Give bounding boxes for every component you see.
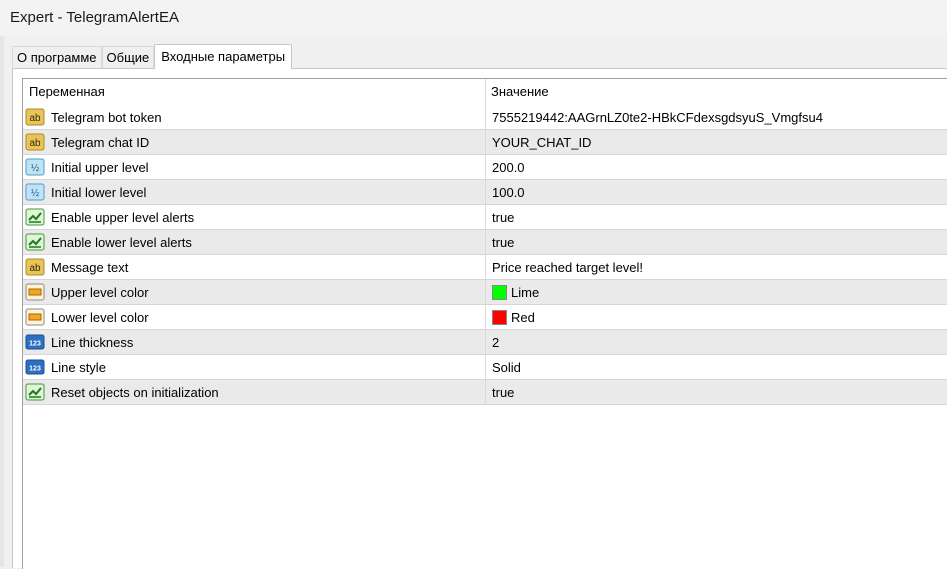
parameters-grid: Переменная Значение ab Telegram bot token… <box>22 78 947 569</box>
parameter-value-cell[interactable]: 2 <box>486 330 947 354</box>
string-icon: ab <box>25 258 45 276</box>
parameter-value-cell[interactable]: true <box>486 380 947 404</box>
table-row[interactable]: ½ Initial upper level 200.0 <box>23 155 947 180</box>
tab-inputs[interactable]: Входные параметры <box>154 44 293 69</box>
table-row[interactable]: Lower level color Red <box>23 305 947 330</box>
row-name-cell: 123 Line style <box>23 355 486 379</box>
svg-text:123: 123 <box>29 341 41 348</box>
parameter-name: Lower level color <box>51 309 149 325</box>
parameter-name: Line thickness <box>51 334 134 350</box>
parameter-name: Message text <box>51 259 129 275</box>
svg-text:ab: ab <box>29 138 41 149</box>
double-icon: ½ <box>25 158 45 176</box>
string-icon: ab <box>25 133 45 151</box>
parameter-value: 2 <box>492 334 500 350</box>
parameter-name: Telegram bot token <box>51 109 162 125</box>
row-name-cell: Reset objects on initialization <box>23 380 486 404</box>
table-row[interactable]: 123 Line style Solid <box>23 355 947 380</box>
parameter-name: Reset objects on initialization <box>51 384 219 400</box>
table-row[interactable]: Reset objects on initialization true <box>23 380 947 405</box>
svg-text:ab: ab <box>29 263 41 274</box>
parameter-value: Price reached target level! <box>492 259 644 275</box>
bool-icon <box>25 233 45 251</box>
parameter-value: 100.0 <box>492 184 525 200</box>
grid-rows: ab Telegram bot token 7555219442:AAGrnLZ0t… <box>23 105 947 405</box>
row-name-cell: ½ Initial lower level <box>23 180 486 204</box>
parameter-value-cell[interactable]: Red <box>486 305 947 329</box>
row-name-cell: Upper level color <box>23 280 486 304</box>
parameter-value-cell[interactable]: 100.0 <box>486 180 947 204</box>
title-bar: Expert - TelegramAlertEA <box>0 0 947 36</box>
tab-about[interactable]: О программе <box>12 46 102 68</box>
parameter-value-cell[interactable]: true <box>486 230 947 254</box>
parameter-value: YOUR_CHAT_ID <box>492 134 592 150</box>
row-name-cell: Enable upper level alerts <box>23 205 486 229</box>
bool-icon <box>25 208 45 226</box>
parameter-value: Solid <box>492 359 521 375</box>
parameter-value-cell[interactable]: 7555219442:AAGrnLZ0te2-HBkCFdexsgdsyuS_V… <box>486 105 947 129</box>
table-row[interactable]: ab Telegram chat ID YOUR_CHAT_ID <box>23 130 947 155</box>
int-icon: 123 <box>25 358 45 376</box>
row-name-cell: ab Telegram bot token <box>23 105 486 129</box>
parameter-name: Line style <box>51 359 106 375</box>
table-row[interactable]: ab Message text Price reached target level… <box>23 255 947 280</box>
row-name-cell: 123 Line thickness <box>23 330 486 354</box>
parameter-value: true <box>492 209 515 225</box>
parameter-name: Initial upper level <box>51 159 149 175</box>
string-icon: ab <box>25 108 45 126</box>
svg-text:½: ½ <box>31 188 40 199</box>
double-icon: ½ <box>25 183 45 201</box>
svg-text:123: 123 <box>29 366 41 373</box>
table-row[interactable]: ab Telegram bot token 7555219442:AAGrnLZ0t… <box>23 105 947 130</box>
parameter-value: true <box>492 234 515 250</box>
parameter-value: true <box>492 384 515 400</box>
svg-text:ab: ab <box>29 113 41 124</box>
table-row[interactable]: Enable upper level alerts true <box>23 205 947 230</box>
int-icon: 123 <box>25 333 45 351</box>
row-name-cell: Enable lower level alerts <box>23 230 486 254</box>
color-icon <box>25 308 45 326</box>
parameter-value-cell[interactable]: Solid <box>486 355 947 379</box>
header-variable[interactable]: Переменная <box>23 79 486 105</box>
row-name-cell: ½ Initial upper level <box>23 155 486 179</box>
grid-header: Переменная Значение <box>23 79 947 105</box>
left-edge <box>0 36 4 567</box>
parameter-value-cell[interactable]: YOUR_CHAT_ID <box>486 130 947 154</box>
svg-text:½: ½ <box>31 163 40 174</box>
table-row[interactable]: 123 Line thickness 2 <box>23 330 947 355</box>
tab-panel: Переменная Значение ab Telegram bot token… <box>12 68 947 569</box>
color-swatch <box>492 284 507 300</box>
table-row[interactable]: Enable lower level alerts true <box>23 230 947 255</box>
table-row[interactable]: ½ Initial lower level 100.0 <box>23 180 947 205</box>
parameter-value: Lime <box>511 284 540 300</box>
parameter-value-cell[interactable]: Lime <box>486 280 947 304</box>
color-icon <box>25 283 45 301</box>
row-name-cell: ab Telegram chat ID <box>23 130 486 154</box>
parameter-name: Initial lower level <box>51 184 147 200</box>
row-name-cell: Lower level color <box>23 305 486 329</box>
parameter-value: Red <box>511 309 535 325</box>
parameter-name: Telegram chat ID <box>51 134 150 150</box>
parameter-value: 7555219442:AAGrnLZ0te2-HBkCFdexsgdsyuS_V… <box>492 109 823 125</box>
bool-icon <box>25 383 45 401</box>
parameter-name: Enable lower level alerts <box>51 234 192 250</box>
parameter-name: Enable upper level alerts <box>51 209 195 225</box>
parameter-value: 200.0 <box>492 159 525 175</box>
tab-common[interactable]: Общие <box>101 46 155 68</box>
header-value[interactable]: Значение <box>486 79 947 105</box>
tab-bar: О программе Общие Входные параметры <box>12 44 293 69</box>
row-name-cell: ab Message text <box>23 255 486 279</box>
parameter-name: Upper level color <box>51 284 149 300</box>
parameter-value-cell[interactable]: 200.0 <box>486 155 947 179</box>
parameter-value-cell[interactable]: true <box>486 205 947 229</box>
color-swatch <box>492 309 507 325</box>
parameter-value-cell[interactable]: Price reached target level! <box>486 255 947 279</box>
table-row[interactable]: Upper level color Lime <box>23 280 947 305</box>
window-title: Expert - TelegramAlertEA <box>10 9 179 26</box>
